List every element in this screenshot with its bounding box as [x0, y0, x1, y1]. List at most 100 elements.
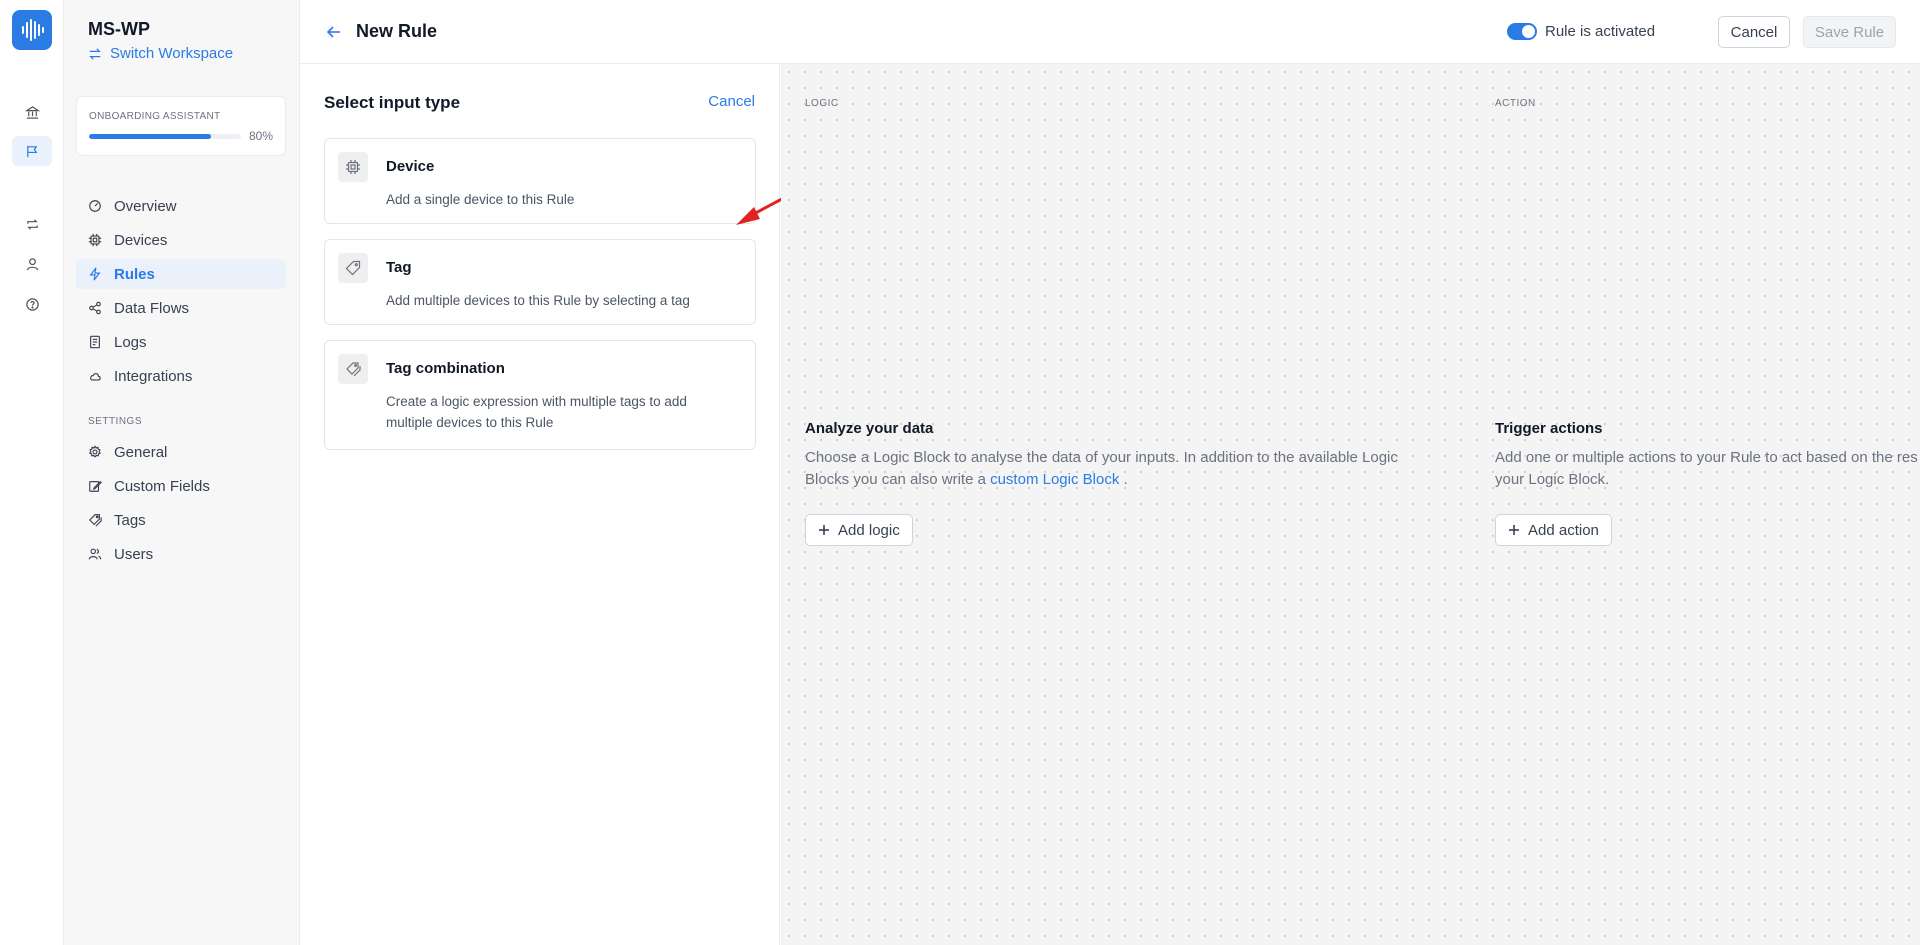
rule-canvas: LOGIC ACTION Analyze your data Choose a … [781, 64, 1920, 945]
nav-item-label: Devices [114, 231, 168, 249]
nav-item-label: Overview [114, 197, 177, 215]
nav-item-rules[interactable]: Rules [76, 259, 286, 289]
app-logo[interactable] [12, 10, 52, 50]
panel-title: Select input type [324, 93, 461, 112]
onboarding-assistant[interactable]: ONBOARDING ASSISTANT 80% [76, 96, 286, 156]
option-title: Tag [386, 259, 412, 276]
plus-icon [819, 525, 829, 535]
rule-activated-label: Rule is activated [1545, 23, 1656, 40]
bank-icon [24, 105, 40, 119]
input-option-tag-combination[interactable]: Tag combination Create a logic expressio… [324, 340, 756, 450]
option-title: Device [386, 158, 435, 175]
option-description: Add a single device to this Rule [386, 192, 575, 207]
option-title: Tag combination [386, 360, 505, 377]
action-title: Trigger actions [1495, 420, 1603, 437]
switch-workspace-link[interactable]: Switch Workspace [88, 45, 233, 62]
onboarding-progress-text: 80% [248, 129, 273, 143]
nav-item-label: Tags [114, 511, 146, 529]
onboarding-progress-bar [89, 134, 241, 139]
tags-icon [88, 514, 102, 527]
top-header: New Rule Rule is activated Cancel Save R… [300, 0, 1920, 64]
settings-section-label: SETTINGS [88, 416, 143, 427]
nav-item-label: Custom Fields [114, 477, 210, 495]
logic-description: Choose a Logic Block to analyse the data… [805, 447, 1398, 491]
input-option-tag[interactable]: Tag Add multiple devices to this Rule by… [324, 239, 756, 325]
swap-icon [89, 47, 101, 60]
rail-sync-button[interactable] [12, 209, 52, 239]
dashboard-icon [89, 200, 101, 212]
chip-icon [346, 160, 360, 174]
header-cancel-button[interactable]: Cancel [1718, 16, 1790, 48]
logic-title: Analyze your data [805, 420, 934, 437]
sidebar: MS-WP Switch Workspace ONBOARDING ASSIST… [64, 0, 300, 945]
rail-home-button[interactable] [12, 97, 52, 127]
flag-icon [26, 145, 37, 157]
save-rule-button[interactable]: Save Rule [1803, 16, 1896, 48]
option-description: Add multiple devices to this Rule by sel… [386, 293, 690, 308]
waveform-logo-icon [22, 19, 44, 41]
option-icon-box [338, 152, 368, 182]
nav-item-users[interactable]: Users [76, 539, 286, 569]
panel-cancel-link[interactable]: Cancel [708, 93, 755, 110]
nav-item-data-flows[interactable]: Data Flows [76, 293, 286, 323]
nav-item-label: Logs [114, 333, 147, 351]
logic-description-line1: Choose a Logic Block to analyse the data… [805, 449, 1398, 466]
nav-item-devices[interactable]: Devices [76, 225, 286, 255]
onboarding-label: ONBOARDING ASSISTANT [89, 111, 221, 122]
help-icon [25, 297, 39, 311]
repeat-icon [26, 218, 38, 230]
gear-icon [88, 445, 102, 458]
onboarding-progress-fill [89, 134, 211, 139]
users-icon [88, 548, 102, 560]
option-icon-box [338, 354, 368, 384]
option-icon-box [338, 253, 368, 283]
edit-icon [89, 480, 102, 492]
nav-item-integrations[interactable]: Integrations [76, 361, 286, 391]
action-description: Add one or multiple actions to your Rule… [1495, 447, 1920, 491]
nav-item-overview[interactable]: Overview [76, 191, 286, 221]
user-icon [26, 257, 38, 270]
custom-logic-block-link[interactable]: custom Logic Block [990, 471, 1119, 488]
nav-item-label: Integrations [114, 367, 193, 385]
tag-icon [345, 260, 361, 276]
input-option-device[interactable]: Device Add a single device to this Rule [324, 138, 756, 224]
input-type-panel: Select input type Cancel Device Add a si… [300, 64, 825, 945]
nav-item-label: Rules [114, 265, 155, 283]
add-action-button[interactable]: Add action [1495, 514, 1612, 546]
nav-item-logs[interactable]: Logs [76, 327, 286, 357]
action-description-line1: Add one or multiple actions to your Rule… [1495, 449, 1918, 466]
nav-item-label: Data Flows [114, 299, 190, 317]
cloud-icon [90, 373, 101, 381]
plus-icon [1509, 525, 1519, 535]
action-description-line2: your Logic Block. [1495, 471, 1610, 488]
icon-rail [0, 0, 64, 945]
rail-user-button[interactable] [12, 249, 52, 279]
logic-column-label: LOGIC [805, 98, 839, 109]
option-description: Create a logic expression with multiple … [386, 394, 687, 430]
rail-help-button[interactable] [12, 289, 52, 319]
back-button[interactable] [322, 20, 346, 44]
nav-item-label: General [114, 443, 168, 461]
share-icon [89, 301, 101, 315]
workspace-name: MS-WP [88, 19, 150, 39]
logic-description-text: Blocks you can also write a [805, 471, 991, 488]
logic-description-line2: Blocks you can also write a custom Logic… [805, 469, 1235, 491]
add-logic-button[interactable]: Add logic [805, 514, 913, 546]
nav-item-general[interactable]: General [76, 437, 286, 467]
arrow-left-icon [326, 26, 340, 38]
tags-icon [346, 362, 361, 377]
add-action-label: Add action [1528, 521, 1599, 539]
action-column-label: ACTION [1495, 98, 1536, 109]
chip-icon [88, 233, 102, 247]
log-icon [90, 335, 100, 349]
add-logic-label: Add logic [838, 521, 900, 539]
nav-item-label: Users [114, 545, 154, 563]
lightning-icon [89, 267, 101, 281]
nav-item-tags[interactable]: Tags [76, 505, 286, 535]
switch-workspace-label: Switch Workspace [110, 45, 234, 62]
rail-rules-button[interactable] [12, 136, 52, 166]
logic-description-end: . [1119, 471, 1128, 488]
page-title: New Rule [356, 21, 438, 41]
nav-item-custom-fields[interactable]: Custom Fields [76, 471, 286, 501]
rule-activated-toggle[interactable] [1507, 23, 1537, 40]
